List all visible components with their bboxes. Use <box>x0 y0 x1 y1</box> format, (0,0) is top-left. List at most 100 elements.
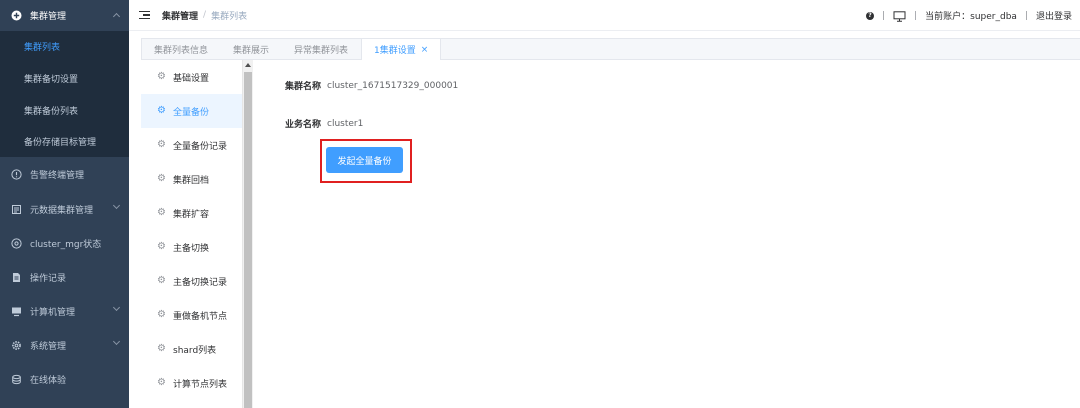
gear-icon: ⚙ <box>157 377 166 388</box>
sidebar-group-label: 计算机管理 <box>30 307 76 318</box>
tab-cluster-display[interactable]: 集群展示 <box>221 39 282 60</box>
gear-icon: ⚙ <box>157 71 166 82</box>
current-account: 当前账户：super_dba <box>925 12 1017 22</box>
menu-item-label: 全量备份 <box>173 107 210 118</box>
sidebar-group-label: 告警终端管理 <box>30 171 85 181</box>
menu-item-full-backup[interactable]: ⚙ 全量备份 <box>141 94 242 128</box>
breadcrumb: 集群管理 / 集群列表 <box>162 9 247 22</box>
sidebar-item-label: 集群备份列表 <box>24 107 79 117</box>
close-icon[interactable]: × <box>421 45 429 55</box>
gear-icon: ⚙ <box>157 105 166 116</box>
breadcrumb-separator: / <box>203 10 207 20</box>
business-name-field: 业务名称 cluster1 <box>285 117 364 131</box>
cluster-name-value: cluster_1671517329_000001 <box>327 80 459 91</box>
top-header: 集群管理 / 集群列表 ? | | 当前账户：super_dba | 退出登录 <box>129 0 1080 31</box>
menu-item-label: 主备切换 <box>173 243 210 254</box>
scroll-up-arrow-icon[interactable] <box>245 63 251 67</box>
sidebar-group-cluster-mgr-status[interactable]: cluster_mgr状态 <box>0 226 129 260</box>
tab-abnormal-cluster-list[interactable]: 异常集群列表 <box>282 39 361 60</box>
menu-item-compute-node-list[interactable]: ⚙ 计算节点列表 <box>141 366 242 400</box>
sidebar-item-cluster-backup-list[interactable]: 集群备份列表 <box>0 95 129 126</box>
plus-circle-icon <box>10 10 22 22</box>
gear-icon: ⚙ <box>157 139 166 150</box>
menu-item-basic-settings[interactable]: ⚙ 基础设置 <box>141 60 242 94</box>
database-icon <box>10 373 22 385</box>
sidebar-item-backup-storage[interactable]: 备份存储目标管理 <box>0 126 129 157</box>
divider: | <box>882 10 886 21</box>
tab-bar: 集群列表信息 集群展示 异常集群列表 1集群设置 × <box>141 38 1080 60</box>
tab-label: 集群展示 <box>233 46 270 56</box>
sidebar-group-label: cluster_mgr状态 <box>30 239 102 250</box>
sidebar-group-label: 在线体验 <box>30 375 67 386</box>
menu-item-label: 全量备份记录 <box>173 141 228 152</box>
gear-icon: ⚙ <box>157 275 166 286</box>
tab-cluster-settings[interactable]: 1集群设置 × <box>361 39 442 60</box>
monitor-icon <box>10 305 22 317</box>
business-name-value: cluster1 <box>327 118 364 129</box>
sidebar-group-cluster-management[interactable]: 集群管理 <box>0 0 129 31</box>
chevron-up-icon <box>112 12 121 21</box>
file-icon <box>10 271 22 283</box>
sidebar-group-computer-management[interactable]: 计算机管理 <box>0 294 129 328</box>
logout-link[interactable]: 退出登录 <box>1036 9 1072 22</box>
tab-label: 集群列表信息 <box>154 46 209 56</box>
divider: | <box>1024 10 1028 21</box>
sidebar-group-alarm[interactable]: 告警终端管理 <box>0 157 129 192</box>
menu-item-cluster-rollback[interactable]: ⚙ 集群回档 <box>141 162 242 196</box>
sidebar-item-cluster-list[interactable]: 集群列表 <box>0 31 129 62</box>
sidebar-group-online-trial[interactable]: 在线体验 <box>0 362 129 396</box>
menu-item-failover[interactable]: ⚙ 主备切换 <box>141 230 242 264</box>
start-full-backup-button[interactable]: 发起全量备份 <box>326 147 403 173</box>
tab-cluster-list-info[interactable]: 集群列表信息 <box>142 39 221 60</box>
settings-menu: ⚙ 基础设置 ⚙ 全量备份 ⚙ 全量备份记录 ⚙ 集群回档 ⚙ 集群扩容 ⚙ 主备切换 ⚙ 主… <box>141 60 243 408</box>
gear-icon: ⚙ <box>157 207 166 218</box>
sidebar-group-label: 操作记录 <box>30 273 67 284</box>
tab-label: 1集群设置 <box>374 46 416 56</box>
menu-item-label: 计算节点列表 <box>173 379 228 390</box>
breadcrumb-item-current: 集群列表 <box>211 11 248 22</box>
main-content: 集群名称 cluster_1671517329_000001 业务名称 clus… <box>253 60 1080 408</box>
hamburger-icon[interactable] <box>139 10 150 20</box>
menu-item-rebuild-standby[interactable]: ⚙ 重做备机节点 <box>141 298 242 332</box>
sidebar-submenu: 集群列表 集群备切设置 集群备份列表 备份存储目标管理 <box>0 31 129 157</box>
sidebar-group-label: 元数据集群管理 <box>30 205 94 216</box>
menu-item-label: 集群扩容 <box>173 209 210 220</box>
menu-item-failover-records[interactable]: ⚙ 主备切换记录 <box>141 264 242 298</box>
menu-item-label: shard列表 <box>173 345 217 356</box>
sidebar-group-operation-log[interactable]: 操作记录 <box>0 260 129 294</box>
sidebar-item-cluster-switch-settings[interactable]: 集群备切设置 <box>0 62 129 95</box>
menu-item-shard-list[interactable]: ⚙ shard列表 <box>141 332 242 366</box>
menu-scrollbar[interactable] <box>243 60 253 408</box>
sidebar-group-label: 系统管理 <box>30 341 67 352</box>
divider: | <box>914 10 918 21</box>
sidebar-group-system-management[interactable]: 系统管理 <box>0 328 129 362</box>
gear-icon: ⚙ <box>157 309 166 320</box>
sidebar-item-label: 备份存储目标管理 <box>24 138 97 148</box>
chevron-down-icon <box>112 303 121 312</box>
cluster-name-field: 集群名称 cluster_1671517329_000001 <box>285 79 459 93</box>
menu-item-label: 基础设置 <box>173 73 210 84</box>
menu-item-cluster-scale-out[interactable]: ⚙ 集群扩容 <box>141 196 242 230</box>
tab-label: 异常集群列表 <box>294 46 349 56</box>
cluster-name-label: 集群名称 <box>285 82 322 92</box>
help-icon[interactable]: ? <box>866 11 875 20</box>
gear-icon: ⚙ <box>157 343 166 354</box>
chevron-down-icon <box>112 201 121 210</box>
sidebar-item-label: 集群备切设置 <box>24 75 79 85</box>
sidebar-item-label: 集群列表 <box>24 43 61 53</box>
sidebar-group-metadata-cluster[interactable]: 元数据集群管理 <box>0 192 129 226</box>
scrollbar-thumb[interactable] <box>244 72 252 408</box>
menu-item-label: 集群回档 <box>173 175 210 186</box>
menu-item-full-backup-records[interactable]: ⚙ 全量备份记录 <box>141 128 242 162</box>
menu-item-label: 重做备机节点 <box>173 311 228 322</box>
business-name-label: 业务名称 <box>285 120 322 130</box>
gear-icon: ⚙ <box>157 173 166 184</box>
sidebar: 集群管理 集群列表 集群备切设置 集群备份列表 备份存储目标管理 告警终端管理 … <box>0 0 129 408</box>
gear-icon <box>10 339 22 351</box>
gear-circle-icon <box>10 237 22 249</box>
monitor-icon[interactable] <box>893 10 906 22</box>
chevron-down-icon <box>112 337 121 346</box>
document-icon <box>10 203 22 215</box>
breadcrumb-item[interactable]: 集群管理 <box>162 9 198 22</box>
info-circle-icon <box>10 169 22 181</box>
